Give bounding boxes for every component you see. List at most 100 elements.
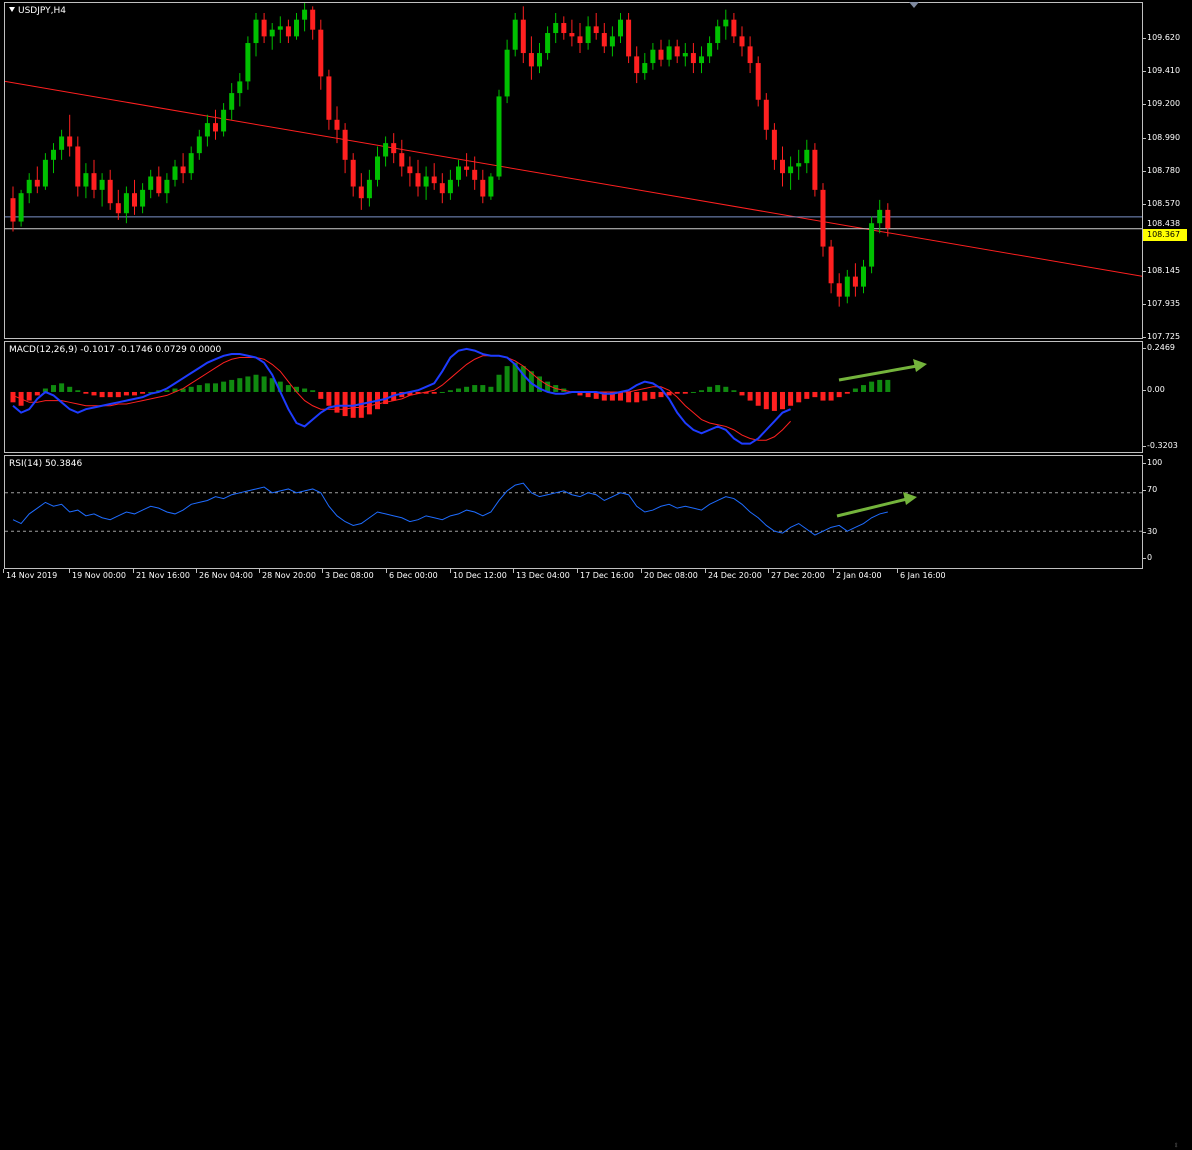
price-tick: 108.145 xyxy=(1142,266,1181,275)
candle-body xyxy=(447,179,453,194)
macd-histogram-bar xyxy=(456,388,461,392)
macd-title: MACD(12,26,9) -0.1017 -0.1746 0.0729 0.0… xyxy=(9,345,222,355)
price-axis[interactable]: 109.620 109.410 109.200 108.990 108.780 … xyxy=(1142,2,1192,341)
macd-indicator-panel[interactable]: MACD(12,26,9) -0.1017 -0.1746 0.0729 0.0… xyxy=(4,341,1143,453)
candle-body xyxy=(51,149,56,160)
time-tick: 19 Nov 00:00 xyxy=(69,569,126,580)
macd-axis: 0.2469 0.00 -0.3203 xyxy=(1143,341,1192,453)
macd-histogram-bar xyxy=(447,390,453,392)
macd-histogram-bar xyxy=(723,386,729,392)
macd-histogram-bar xyxy=(682,391,688,394)
candle-body xyxy=(366,179,372,199)
macd-histogram-bar xyxy=(67,386,73,392)
macd-histogram-bar xyxy=(140,391,146,394)
candle-body xyxy=(302,9,308,20)
candle-body xyxy=(561,23,567,34)
candle-body xyxy=(877,209,883,224)
time-tick: 3 Dec 08:00 xyxy=(322,569,374,580)
macd-histogram-bar xyxy=(221,381,227,392)
macd-tick: -0.3203 xyxy=(1143,441,1178,450)
candle-body xyxy=(739,36,745,47)
macd-divergence-arrow xyxy=(838,364,918,382)
candle-body xyxy=(828,246,834,284)
rsi-line xyxy=(12,482,888,536)
candle-body xyxy=(780,159,785,174)
candle-body xyxy=(844,276,850,297)
chart-shift-marker-icon[interactable] xyxy=(909,2,919,8)
candle-body xyxy=(545,33,551,54)
price-chart-panel[interactable]: USDJPY,H4 xyxy=(4,2,1143,339)
time-tick: 14 Nov 2019 xyxy=(2,569,58,580)
price-chart-canvas[interactable] xyxy=(5,3,1143,339)
rsi-tick: 70 xyxy=(1142,485,1158,494)
candle-body xyxy=(577,36,583,44)
macd-histogram-bar xyxy=(804,391,810,399)
macd-histogram-bar xyxy=(788,391,794,406)
macd-histogram-bar xyxy=(520,366,526,392)
rsi-tick: 100 xyxy=(1142,458,1163,467)
candle-body xyxy=(399,153,405,167)
candle-body xyxy=(188,153,194,174)
macd-histogram-bar xyxy=(245,376,251,392)
candle-body xyxy=(415,173,421,187)
candle-body xyxy=(391,143,397,154)
macd-histogram-bar xyxy=(237,378,243,392)
macd-histogram-bar xyxy=(861,385,866,392)
price-tick: 109.620 xyxy=(1142,33,1181,42)
chart-dropdown-icon[interactable] xyxy=(9,7,15,12)
candle-body xyxy=(10,198,16,222)
time-axis[interactable]: 14 Nov 2019 19 Nov 00:00 21 Nov 16:00 26… xyxy=(0,569,1192,1149)
macd-histogram-bar xyxy=(91,391,97,396)
rsi-divergence-arrow xyxy=(836,497,908,518)
macd-histogram-bar xyxy=(658,391,664,398)
rsi-indicator-panel[interactable]: RSI(14) 50.3846 xyxy=(4,455,1143,569)
macd-histogram-bar xyxy=(771,391,777,411)
candle-body xyxy=(512,19,518,50)
candle-body xyxy=(156,176,162,194)
candle-body xyxy=(804,149,810,164)
candle-body xyxy=(569,33,575,37)
candle-body xyxy=(723,19,729,27)
rsi-canvas[interactable] xyxy=(5,456,1143,569)
candle-body xyxy=(852,276,858,287)
candle-body xyxy=(682,53,688,57)
macd-histogram-bar xyxy=(196,385,202,392)
candle-body xyxy=(277,26,283,30)
macd-histogram-bar xyxy=(51,385,56,392)
rsi-tick: 0 xyxy=(1142,553,1153,562)
macd-histogram-bar xyxy=(852,388,858,392)
candle-body xyxy=(83,173,89,187)
candle-body xyxy=(609,36,615,47)
symbol-timeframe-label: USDJPY,H4 xyxy=(18,6,66,16)
macd-histogram-bar xyxy=(431,391,437,394)
macd-histogram-bar xyxy=(439,391,445,393)
candle-body xyxy=(67,136,73,147)
macd-histogram-bar xyxy=(26,391,32,401)
price-tick: 107.935 xyxy=(1142,299,1181,308)
macd-histogram-bar xyxy=(488,386,494,392)
candle-body xyxy=(269,29,275,37)
candle-body xyxy=(747,46,753,64)
price-tick: 108.990 xyxy=(1142,133,1181,142)
macd-histogram-bar xyxy=(107,391,113,398)
candle-body xyxy=(666,46,672,60)
candle-body xyxy=(213,123,218,132)
candle-body xyxy=(196,136,202,154)
candle-body xyxy=(861,266,866,287)
candle-body xyxy=(472,169,478,180)
candle-body xyxy=(18,193,24,222)
scroll-end-icon[interactable]: ⦂ xyxy=(1175,1140,1177,1150)
candle-body xyxy=(650,49,656,64)
macd-histogram-bar xyxy=(285,385,291,392)
candle-body xyxy=(885,209,891,229)
candle-body xyxy=(237,81,243,94)
time-tick: 10 Dec 12:00 xyxy=(450,569,507,580)
macd-histogram-bar xyxy=(326,391,332,406)
candle-body xyxy=(26,179,32,194)
macd-canvas[interactable] xyxy=(5,342,1143,453)
candle-body xyxy=(456,166,461,180)
candle-body xyxy=(204,123,210,137)
macd-histogram-bar xyxy=(83,391,89,394)
candle-body xyxy=(123,193,129,214)
time-tick: 6 Jan 16:00 xyxy=(897,569,946,580)
